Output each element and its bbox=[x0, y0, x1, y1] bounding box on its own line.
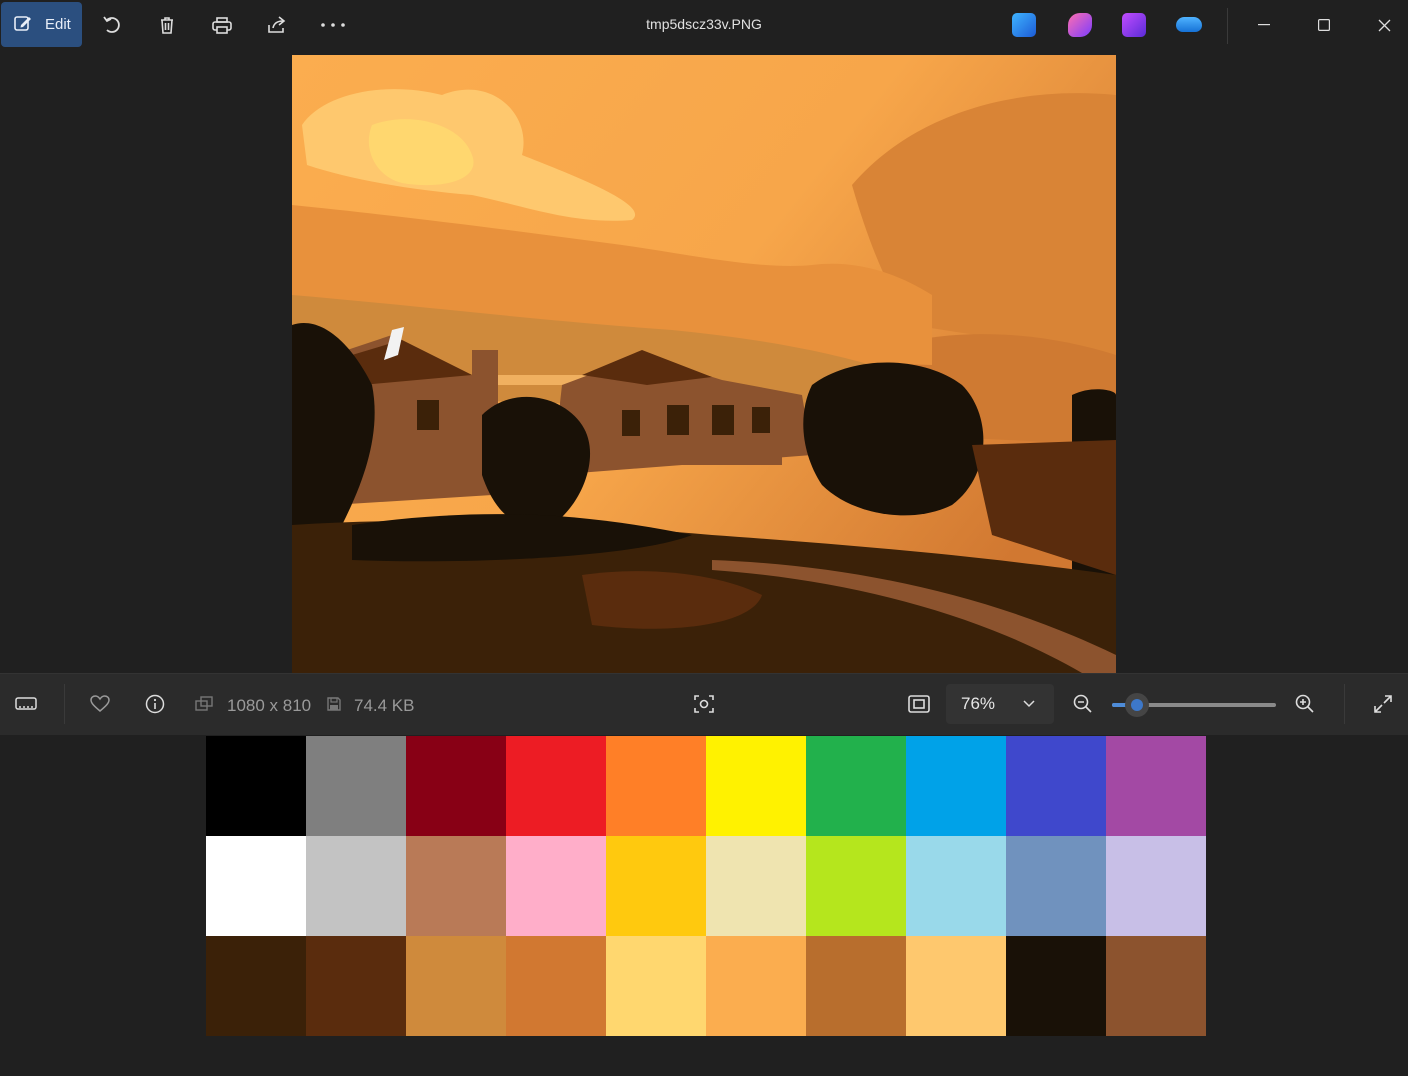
more-options-button[interactable] bbox=[311, 5, 355, 45]
info-button[interactable] bbox=[140, 689, 170, 719]
edit-icon bbox=[13, 13, 33, 37]
edit-button[interactable]: Edit bbox=[1, 2, 82, 47]
displayed-photo bbox=[292, 55, 1116, 673]
zoom-in-button[interactable] bbox=[1290, 689, 1320, 719]
info-icon bbox=[145, 694, 165, 714]
color-swatch bbox=[206, 936, 306, 1036]
expand-icon bbox=[1374, 695, 1392, 713]
image-dimensions: 1080 x 810 bbox=[227, 696, 312, 715]
zoom-slider-thumb[interactable] bbox=[1125, 693, 1149, 717]
full-screen-button[interactable] bbox=[1368, 689, 1398, 719]
printer-icon bbox=[212, 17, 232, 34]
image-viewer[interactable] bbox=[0, 50, 1408, 673]
zoom-out-button[interactable] bbox=[1068, 689, 1098, 719]
zoom-in-icon bbox=[1295, 694, 1314, 713]
status-bar: 1080 x 810 74.4 KB 76% bbox=[0, 673, 1408, 735]
color-swatch bbox=[506, 736, 606, 836]
color-swatch bbox=[806, 936, 906, 1036]
visual-search-icon bbox=[694, 695, 714, 713]
color-swatch bbox=[706, 836, 806, 936]
delete-button[interactable] bbox=[145, 5, 189, 45]
filmstrip-icon bbox=[15, 697, 37, 710]
color-swatch bbox=[806, 836, 906, 936]
dimensions-icon bbox=[194, 694, 214, 714]
minimize-button[interactable] bbox=[1236, 0, 1292, 50]
rotate-icon bbox=[103, 16, 120, 33]
color-palette bbox=[206, 736, 1206, 1036]
color-swatch bbox=[906, 736, 1006, 836]
color-swatch bbox=[1006, 836, 1106, 936]
zoom-out-icon bbox=[1073, 694, 1092, 713]
color-swatch bbox=[1006, 736, 1106, 836]
file-size-icon bbox=[324, 694, 344, 714]
copilot-app-icon[interactable] bbox=[1068, 13, 1092, 37]
color-swatch bbox=[1106, 736, 1206, 836]
color-swatch bbox=[606, 836, 706, 936]
onedrive-app-icon[interactable] bbox=[1176, 17, 1202, 32]
trash-icon bbox=[161, 17, 173, 34]
color-swatch bbox=[706, 936, 806, 1036]
color-swatch bbox=[406, 836, 506, 936]
color-swatch bbox=[806, 736, 906, 836]
minimize-icon bbox=[1258, 24, 1270, 26]
close-icon bbox=[1378, 19, 1390, 31]
statusbar-divider bbox=[64, 684, 65, 724]
color-swatch bbox=[406, 736, 506, 836]
color-swatch bbox=[706, 736, 806, 836]
zoom-value: 76% bbox=[961, 694, 996, 713]
color-swatch bbox=[606, 936, 706, 1036]
color-swatch bbox=[306, 836, 406, 936]
favorite-button[interactable] bbox=[85, 689, 115, 719]
photo-editor-app-icon[interactable] bbox=[1012, 13, 1036, 37]
chevron-down-icon bbox=[1023, 700, 1035, 708]
fit-screen-icon bbox=[908, 695, 930, 713]
color-swatch bbox=[306, 936, 406, 1036]
close-button[interactable] bbox=[1356, 0, 1408, 50]
color-swatch bbox=[1106, 836, 1206, 936]
color-swatch bbox=[1006, 936, 1106, 1036]
visual-search-button[interactable] bbox=[689, 689, 719, 719]
color-swatch bbox=[1106, 936, 1206, 1036]
clipchamp-app-icon[interactable] bbox=[1122, 13, 1146, 37]
fit-to-window-button[interactable] bbox=[904, 689, 934, 719]
color-swatch bbox=[906, 936, 1006, 1036]
zoom-dropdown[interactable]: 76% bbox=[946, 684, 1054, 724]
share-icon bbox=[268, 16, 286, 33]
print-button[interactable] bbox=[200, 5, 244, 45]
maximize-button[interactable] bbox=[1296, 0, 1352, 50]
file-title: tmp5dscz33v.PNG bbox=[646, 16, 762, 32]
heart-icon bbox=[90, 695, 110, 712]
color-swatch bbox=[506, 936, 606, 1036]
file-size: 74.4 KB bbox=[354, 696, 415, 715]
filmstrip-button[interactable] bbox=[10, 689, 42, 719]
statusbar-divider-right bbox=[1344, 684, 1345, 724]
title-bar: Edit tmp5dscz33v.PNG bbox=[0, 0, 1408, 50]
color-swatch bbox=[506, 836, 606, 936]
color-swatch bbox=[206, 836, 306, 936]
share-button[interactable] bbox=[255, 5, 299, 45]
more-icon bbox=[321, 23, 345, 27]
color-swatch bbox=[306, 736, 406, 836]
rotate-button[interactable] bbox=[90, 5, 134, 45]
edit-label: Edit bbox=[45, 16, 71, 33]
color-swatch bbox=[206, 736, 306, 836]
color-swatch bbox=[606, 736, 706, 836]
maximize-icon bbox=[1318, 19, 1330, 31]
color-swatch bbox=[906, 836, 1006, 936]
color-swatch bbox=[406, 936, 506, 1036]
titlebar-divider bbox=[1227, 8, 1228, 44]
